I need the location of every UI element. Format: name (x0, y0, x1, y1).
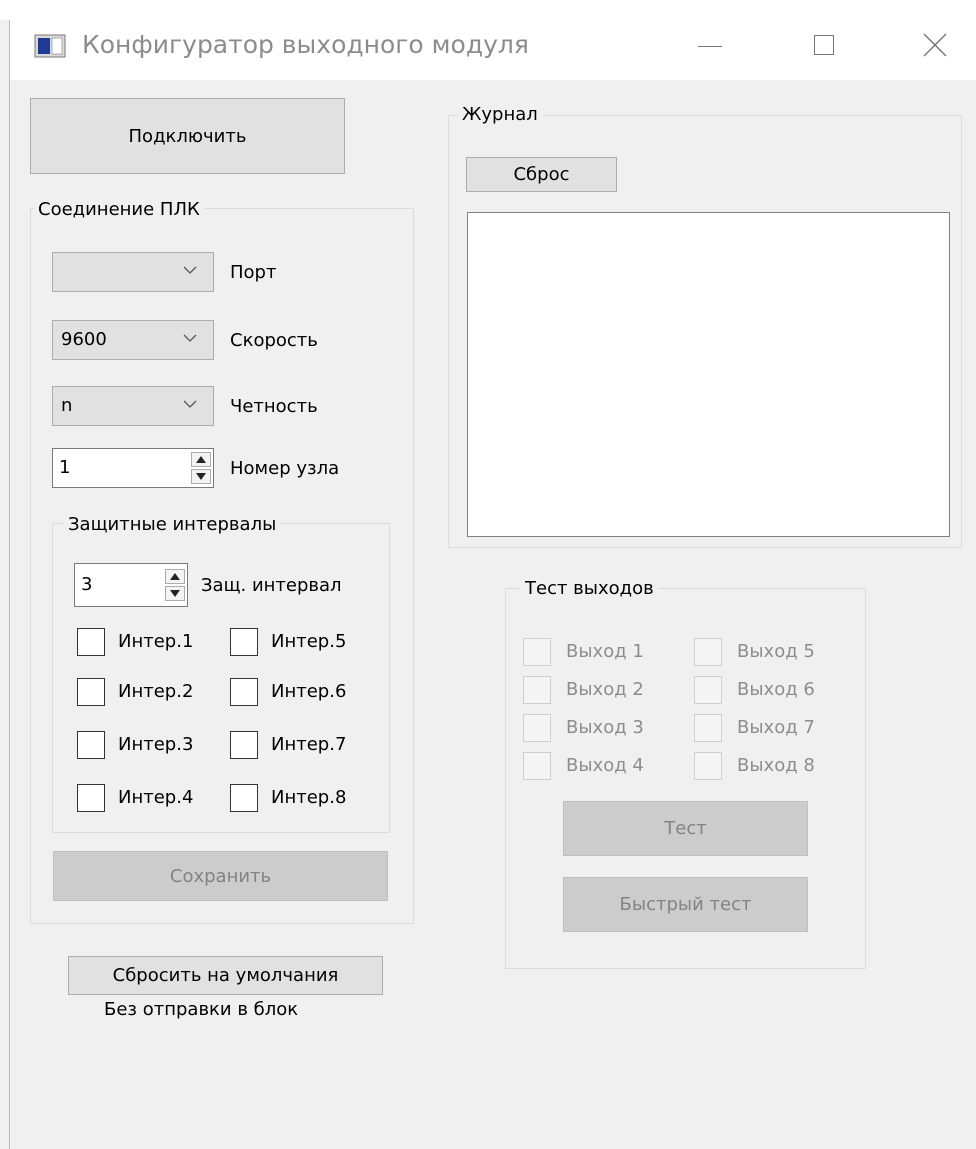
speed-value: 9600 (61, 329, 107, 350)
interval-2-label: Интер.2 (118, 681, 194, 702)
reset-defaults-note: Без отправки в блок (104, 999, 299, 1020)
output-2-label: Выход 2 (566, 679, 644, 700)
save-button[interactable]: Сохранить (53, 851, 388, 901)
output-8-label: Выход 8 (737, 755, 815, 776)
output-4-label: Выход 4 (566, 755, 644, 776)
interval-1-checkbox[interactable] (77, 628, 105, 656)
journal-title: Журнал (458, 104, 542, 126)
minimize-icon[interactable] (698, 46, 722, 47)
window-left-border (9, 20, 10, 1149)
maximize-icon[interactable] (814, 35, 834, 55)
parity-combobox[interactable]: n (52, 386, 214, 426)
output-5-label: Выход 5 (737, 641, 815, 662)
output-1-checkbox[interactable] (523, 638, 551, 666)
interval-7-label: Интер.7 (271, 734, 347, 755)
close-icon[interactable] (920, 30, 950, 60)
output-6-label: Выход 6 (737, 679, 815, 700)
output-2-checkbox[interactable] (523, 676, 551, 704)
output-7-checkbox[interactable] (694, 714, 722, 742)
title-bar: Конфигуратор выходного модуля (10, 20, 976, 80)
interval-6-checkbox[interactable] (230, 678, 258, 706)
interval-4-checkbox[interactable] (77, 784, 105, 812)
interval-1-label: Интер.1 (118, 631, 194, 652)
output-8-checkbox[interactable] (694, 752, 722, 780)
parity-label: Четность (230, 396, 318, 417)
interval-8-label: Интер.8 (271, 787, 347, 808)
parity-value: n (61, 395, 73, 416)
node-number-label: Номер узла (230, 458, 340, 479)
reset-defaults-button[interactable]: Сбросить на умолчания (68, 956, 383, 995)
output-7-label: Выход 7 (737, 717, 815, 738)
test-button[interactable]: Тест (563, 801, 808, 856)
spin-up-icon[interactable] (191, 452, 211, 467)
spin-down-icon[interactable] (191, 469, 211, 484)
output-3-checkbox[interactable] (523, 714, 551, 742)
plc-connection-title: Соединение ПЛК (34, 199, 204, 221)
interval-2-checkbox[interactable] (77, 678, 105, 706)
protective-interval-spinbox[interactable]: 3 (74, 563, 188, 607)
top-strip (0, 0, 976, 20)
journal-log-textarea[interactable] (467, 212, 950, 537)
chevron-down-icon (183, 400, 197, 408)
test-outputs-title: Тест выходов (521, 578, 658, 600)
interval-3-label: Интер.3 (118, 734, 194, 755)
output-4-checkbox[interactable] (523, 752, 551, 780)
interval-8-checkbox[interactable] (230, 784, 258, 812)
protective-intervals-title: Защитные интервалы (64, 514, 281, 536)
interval-5-label: Интер.5 (271, 631, 347, 652)
journal-reset-button[interactable]: Сброс (466, 157, 617, 192)
quick-test-button[interactable]: Быстрый тест (563, 877, 808, 932)
port-label: Порт (230, 262, 277, 283)
node-number-value: 1 (59, 457, 71, 478)
interval-3-checkbox[interactable] (77, 731, 105, 759)
interval-5-checkbox[interactable] (230, 628, 258, 656)
interval-6-label: Интер.6 (271, 681, 347, 702)
node-number-spinbox[interactable]: 1 (52, 448, 214, 488)
protective-interval-label: Защ. интервал (201, 575, 342, 596)
output-6-checkbox[interactable] (694, 676, 722, 704)
port-combobox[interactable] (52, 252, 214, 292)
speed-combobox[interactable]: 9600 (52, 320, 214, 360)
output-1-label: Выход 1 (566, 641, 644, 662)
spin-up-icon[interactable] (165, 569, 185, 584)
interval-7-checkbox[interactable] (230, 731, 258, 759)
output-3-label: Выход 3 (566, 717, 644, 738)
chevron-down-icon (183, 266, 197, 274)
app-window-icon (34, 34, 66, 58)
speed-label: Скорость (230, 330, 318, 351)
window-title: Конфигуратор выходного модуля (82, 30, 529, 59)
interval-4-label: Интер.4 (118, 787, 194, 808)
protective-interval-value: 3 (81, 574, 93, 595)
connect-button[interactable]: Подключить (30, 98, 345, 174)
output-5-checkbox[interactable] (694, 638, 722, 666)
spin-down-icon[interactable] (165, 586, 185, 601)
chevron-down-icon (183, 334, 197, 342)
